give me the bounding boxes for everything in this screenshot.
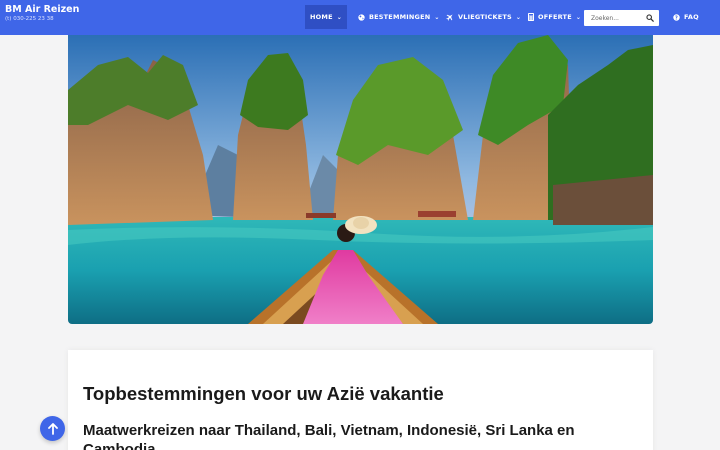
plane-icon [446, 14, 453, 21]
arrow-up-icon [47, 422, 58, 435]
brand[interactable]: BM Air Reizen (t) 030-225 23 38 [5, 4, 79, 23]
chevron-down-icon: ⌄ [434, 13, 440, 21]
chevron-down-icon: ⌄ [575, 13, 582, 21]
calculator-icon [528, 13, 534, 21]
globe-icon [358, 13, 365, 21]
search-input[interactable] [584, 10, 644, 26]
nav-bestemmingen-label: BESTEMMINGEN [369, 13, 431, 21]
chevron-down-icon: ⌄ [515, 13, 522, 21]
page-title: Topbestemmingen voor uw Azië vakantie [83, 383, 444, 404]
hero-image [68, 35, 653, 324]
nav-item-offerte[interactable]: OFFERTE ⌄ [528, 5, 581, 29]
svg-text:?: ? [675, 15, 678, 21]
nav-item-faq[interactable]: ? FAQ [673, 5, 699, 29]
nav-vliegtickets-label: VLIEGTICKETS [458, 13, 512, 21]
nav-item-home[interactable]: HOME ⌄ [305, 5, 347, 29]
nav-faq-label: FAQ [684, 13, 699, 21]
intro-card: Topbestemmingen voor uw Azië vakantie Ma… [68, 350, 653, 450]
brand-phone[interactable]: (t) 030-225 23 38 [5, 15, 79, 23]
nav-offerte-label: OFFERTE [538, 13, 572, 21]
search-box [584, 10, 659, 26]
nav-item-vliegtickets[interactable]: VLIEGTICKETS ⌄ [446, 5, 521, 29]
brand-name[interactable]: BM Air Reizen [5, 4, 79, 15]
nav-home-label: HOME [310, 13, 333, 21]
hero-illustration [68, 35, 653, 324]
question-circle-icon: ? [673, 13, 680, 21]
search-icon[interactable] [646, 14, 654, 22]
page-subtitle: Maatwerkreizen naar Thailand, Bali, Viet… [83, 422, 575, 450]
nav-item-bestemmingen[interactable]: BESTEMMINGEN ⌄ [358, 5, 440, 29]
site-header: BM Air Reizen (t) 030-225 23 38 HOME ⌄ B… [0, 0, 720, 35]
scroll-to-top-button[interactable] [40, 416, 65, 441]
chevron-down-icon: ⌄ [336, 13, 342, 21]
